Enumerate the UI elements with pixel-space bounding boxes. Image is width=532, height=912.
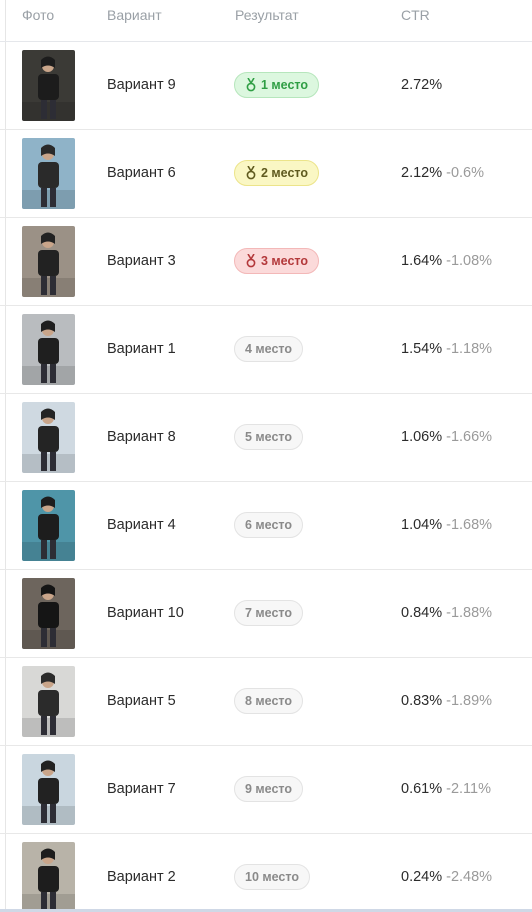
place-badge: 8 место xyxy=(234,688,304,714)
ctr-delta: -1.08% xyxy=(446,253,493,269)
table-header: Фото Вариант Результат CTR xyxy=(0,0,532,42)
variant-photo[interactable] xyxy=(22,754,75,825)
ctr-delta: -1.89% xyxy=(446,693,493,709)
ctr-value: 0.24% xyxy=(401,869,443,885)
place-label: 9 место xyxy=(245,782,293,796)
place-badge: 6 место xyxy=(234,512,304,538)
ctr-value: 2.72% xyxy=(401,77,443,93)
place-label: 4 место xyxy=(245,342,293,356)
ctr-value: 0.61% xyxy=(401,781,443,797)
table-row[interactable]: Вариант 7 9 место 0.61% -2.11% xyxy=(0,746,532,834)
ctr-cell: 1.64% -1.08% xyxy=(401,253,492,269)
ctr-cell: 2.12% -0.6% xyxy=(401,165,484,181)
variant-photo[interactable] xyxy=(22,314,75,385)
table-row[interactable]: Вариант 2 10 место 0.24% -2.48% xyxy=(0,834,532,912)
table-row[interactable]: Вариант 1 4 место 1.54% -1.18% xyxy=(0,306,532,394)
header-photo: Фото xyxy=(22,7,55,23)
place-label: 3 место xyxy=(261,254,309,268)
variant-photo[interactable] xyxy=(22,226,75,297)
ctr-delta: -1.18% xyxy=(446,341,493,357)
variant-name: Вариант 2 xyxy=(107,869,176,885)
variant-photo[interactable] xyxy=(22,842,75,912)
place-label: 5 место xyxy=(245,430,293,444)
place-label: 10 место xyxy=(245,870,299,884)
results-table: Фото Вариант Результат CTR Вариант 9 1 ме… xyxy=(0,0,532,912)
header-variant: Вариант xyxy=(107,7,162,23)
ctr-value: 2.12% xyxy=(401,165,443,181)
ctr-cell: 2.72% xyxy=(401,77,442,93)
place-badge: 1 место xyxy=(234,72,320,98)
ctr-value: 1.04% xyxy=(401,517,443,533)
ctr-cell: 1.04% -1.68% xyxy=(401,517,492,533)
place-label: 1 место xyxy=(261,78,309,92)
ctr-cell: 0.24% -2.48% xyxy=(401,869,492,885)
table-row[interactable]: Вариант 3 3 место 1.64% -1.08% xyxy=(0,218,532,306)
ctr-delta: -1.66% xyxy=(446,429,493,445)
place-badge: 2 место xyxy=(234,160,320,186)
medal-icon xyxy=(246,166,256,180)
variant-name: Вариант 3 xyxy=(107,253,176,269)
place-badge: 4 место xyxy=(234,336,304,362)
variant-photo[interactable] xyxy=(22,490,75,561)
ctr-delta: -2.11% xyxy=(446,781,491,797)
header-result: Результат xyxy=(235,7,299,23)
place-badge: 7 место xyxy=(234,600,304,626)
ctr-value: 1.64% xyxy=(401,253,443,269)
header-ctr: CTR xyxy=(401,7,430,23)
table-row[interactable]: Вариант 10 7 место 0.84% -1.88% xyxy=(0,570,532,658)
variant-name: Вариант 10 xyxy=(107,605,184,621)
variant-name: Вариант 7 xyxy=(107,781,176,797)
table-row[interactable]: Вариант 8 5 место 1.06% -1.66% xyxy=(0,394,532,482)
place-badge: 9 место xyxy=(234,776,304,802)
ctr-cell: 0.61% -2.11% xyxy=(401,781,491,797)
ctr-value: 0.83% xyxy=(401,693,443,709)
variant-photo[interactable] xyxy=(22,578,75,649)
variant-photo[interactable] xyxy=(22,138,75,209)
ctr-delta: -2.48% xyxy=(446,869,493,885)
ctr-cell: 1.06% -1.66% xyxy=(401,429,492,445)
variant-name: Вариант 1 xyxy=(107,341,176,357)
variant-photo[interactable] xyxy=(22,402,75,473)
ctr-delta: -1.88% xyxy=(446,605,493,621)
ctr-delta: -1.68% xyxy=(446,517,493,533)
ctr-cell: 0.84% -1.88% xyxy=(401,605,492,621)
place-badge: 3 место xyxy=(234,248,320,274)
ctr-cell: 0.83% -1.89% xyxy=(401,693,492,709)
table-row[interactable]: Вариант 4 6 место 1.04% -1.68% xyxy=(0,482,532,570)
variant-photo[interactable] xyxy=(22,50,75,121)
place-badge: 10 место xyxy=(234,864,310,890)
medal-icon xyxy=(246,78,256,92)
variant-name: Вариант 4 xyxy=(107,517,176,533)
ctr-value: 1.06% xyxy=(401,429,443,445)
table-row[interactable]: Вариант 6 2 место 2.12% -0.6% xyxy=(0,130,532,218)
table-row[interactable]: Вариант 9 1 место 2.72% xyxy=(0,42,532,130)
ctr-value: 0.84% xyxy=(401,605,443,621)
place-label: 8 место xyxy=(245,694,293,708)
variant-photo[interactable] xyxy=(22,666,75,737)
place-label: 2 место xyxy=(261,166,309,180)
variant-name: Вариант 6 xyxy=(107,165,176,181)
ctr-cell: 1.54% -1.18% xyxy=(401,341,492,357)
medal-icon xyxy=(246,254,256,268)
variant-name: Вариант 9 xyxy=(107,77,176,93)
place-badge: 5 место xyxy=(234,424,304,450)
place-label: 6 место xyxy=(245,518,293,532)
variant-name: Вариант 5 xyxy=(107,693,176,709)
ctr-delta: -0.6% xyxy=(446,165,485,181)
place-label: 7 место xyxy=(245,606,293,620)
variant-name: Вариант 8 xyxy=(107,429,176,445)
table-body: Вариант 9 1 место 2.72% Вариант 6 2 место 2.1… xyxy=(0,42,532,912)
ctr-value: 1.54% xyxy=(401,341,443,357)
table-row[interactable]: Вариант 5 8 место 0.83% -1.89% xyxy=(0,658,532,746)
